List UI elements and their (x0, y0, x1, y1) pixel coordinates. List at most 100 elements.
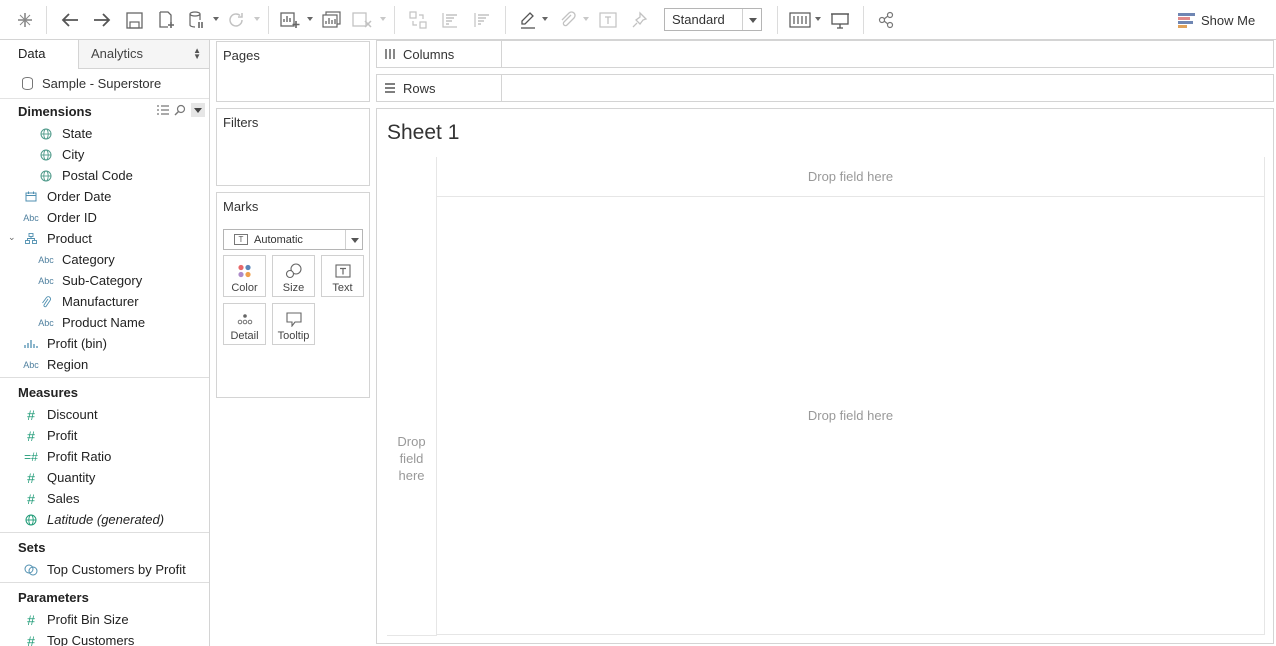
rows-label: Rows (403, 80, 436, 96)
field-order-date[interactable]: Order Date (0, 186, 209, 207)
dimensions-menu-button[interactable] (191, 103, 205, 117)
field-label: Profit Ratio (47, 449, 112, 464)
new-worksheet-icon[interactable] (278, 8, 302, 32)
detail-button[interactable]: Detail (223, 303, 266, 345)
field-profit[interactable]: # Profit (0, 425, 209, 446)
parameters-list: # Profit Bin Size # Top Customers (0, 609, 209, 646)
drop-zone-rows-label: Drop field here (397, 434, 426, 483)
field-city[interactable]: City (0, 144, 209, 165)
hash-icon: # (27, 406, 35, 423)
field-top-customers[interactable]: # Top Customers (0, 630, 209, 646)
globe-icon (33, 149, 59, 161)
field-latitude-generated[interactable]: Latitude (generated) (0, 509, 209, 530)
chevron-down-icon (345, 230, 362, 249)
refresh-icon[interactable] (224, 8, 248, 32)
undo-icon[interactable] (58, 8, 82, 32)
field-postal-code[interactable]: Postal Code (0, 165, 209, 186)
presentation-mode-icon[interactable] (828, 8, 852, 32)
save-icon[interactable] (122, 8, 146, 32)
drop-zone-main[interactable]: Drop field here (437, 197, 1265, 635)
fix-axes-icon[interactable] (628, 8, 652, 32)
sets-list: Top Customers by Profit (0, 559, 209, 580)
field-label: Product (47, 231, 92, 246)
field-product-name[interactable]: Abc Product Name (0, 312, 209, 333)
fit-mode-select[interactable]: Standard (664, 8, 762, 31)
field-top-customers-by-profit[interactable]: Top Customers by Profit (0, 559, 209, 580)
abc-icon: Abc (23, 359, 39, 370)
view-list-icon[interactable] (157, 105, 169, 115)
sort-descending-icon[interactable] (470, 8, 494, 32)
search-icon[interactable] (174, 104, 186, 116)
field-state[interactable]: State (0, 123, 209, 144)
field-sub-category[interactable]: Abc Sub-Category (0, 270, 209, 291)
marks-title: Marks (223, 199, 259, 214)
drop-zone-rows[interactable]: Drop field here (387, 157, 437, 635)
set-icon (18, 564, 44, 576)
field-category[interactable]: Abc Category (0, 249, 209, 270)
bin-icon (18, 339, 44, 349)
color-button[interactable]: Color (223, 255, 266, 297)
hash-icon: # (27, 427, 35, 444)
redo-icon[interactable] (90, 8, 114, 32)
clear-sheet-icon[interactable] (350, 8, 374, 32)
mark-type-value: Automatic (254, 233, 303, 246)
size-button[interactable]: Size (272, 255, 315, 297)
field-quantity[interactable]: # Quantity (0, 467, 209, 488)
sort-ascending-icon[interactable] (438, 8, 462, 32)
hash-icon: # (27, 469, 35, 486)
drop-zone-main-label: Drop field here (807, 408, 894, 423)
field-product[interactable]: ⌄ Product (0, 228, 209, 249)
pages-card[interactable]: Pages (216, 41, 370, 102)
field-order-id[interactable]: Abc Order ID (0, 207, 209, 228)
new-datasource-icon[interactable] (154, 8, 178, 32)
text-button[interactable]: Text (321, 255, 364, 297)
fit-mode-value: Standard (672, 12, 725, 27)
tab-analytics[interactable]: Analytics ▲ ▼ (79, 40, 209, 68)
swap-icon[interactable] (406, 8, 430, 32)
field-profit-bin-size[interactable]: # Profit Bin Size (0, 609, 209, 630)
share-icon[interactable] (874, 8, 898, 32)
marks-card: Marks T Automatic Color Size Text Detail… (216, 192, 370, 398)
worksheet-view: Sheet 1 Drop field here Drop field here … (376, 108, 1274, 644)
abc-icon: Abc (38, 317, 54, 328)
sheet-title[interactable]: Sheet 1 (387, 121, 459, 145)
datasource-name: Sample - Superstore (42, 76, 162, 91)
sets-title: Sets (18, 539, 46, 555)
hash-icon: # (27, 611, 35, 628)
chevron-down-icon[interactable]: ⌄ (8, 232, 16, 243)
field-profit-ratio[interactable]: =# Profit Ratio (0, 446, 209, 467)
filters-card[interactable]: Filters (216, 108, 370, 186)
highlight-icon[interactable] (516, 8, 540, 32)
hash-icon: # (27, 632, 35, 646)
field-discount[interactable]: # Discount (0, 404, 209, 425)
text-mark-icon: T (234, 234, 248, 245)
view-cards-icon[interactable] (788, 8, 812, 32)
field-label: Product Name (62, 315, 146, 330)
columns-label: Columns (403, 46, 455, 62)
color-icon (237, 264, 251, 278)
group-icon[interactable] (556, 8, 580, 32)
drop-zone-columns[interactable]: Drop field here (437, 157, 1265, 197)
datasource-item[interactable]: Sample - Superstore (0, 69, 209, 99)
mark-type-select[interactable]: T Automatic (223, 229, 363, 250)
tooltip-button[interactable]: Tooltip (272, 303, 315, 345)
parameters-title: Parameters (18, 589, 89, 605)
field-label: Discount (47, 407, 98, 422)
tableau-logo-icon[interactable] (14, 8, 36, 32)
pause-updates-icon[interactable] (186, 8, 208, 32)
field-sales[interactable]: # Sales (0, 488, 209, 509)
field-label: Top Customers by Profit (47, 562, 186, 577)
duplicate-sheet-icon[interactable] (320, 8, 344, 32)
pane-tabs: Data Analytics ▲ ▼ (0, 40, 209, 69)
field-label: Order ID (47, 210, 97, 225)
show-labels-icon[interactable] (596, 8, 620, 32)
columns-shelf[interactable]: Columns (376, 40, 1274, 68)
field-profit-bin[interactable]: Profit (bin) (0, 333, 209, 354)
field-label: Profit (bin) (47, 336, 107, 351)
rows-shelf[interactable]: Rows (376, 74, 1274, 102)
field-region[interactable]: Abc Region (0, 354, 209, 375)
tab-data[interactable]: Data (0, 40, 79, 69)
field-label: Sales (47, 491, 80, 506)
field-manufacturer[interactable]: Manufacturer (0, 291, 209, 312)
show-me-button[interactable]: Show Me (1178, 10, 1255, 30)
